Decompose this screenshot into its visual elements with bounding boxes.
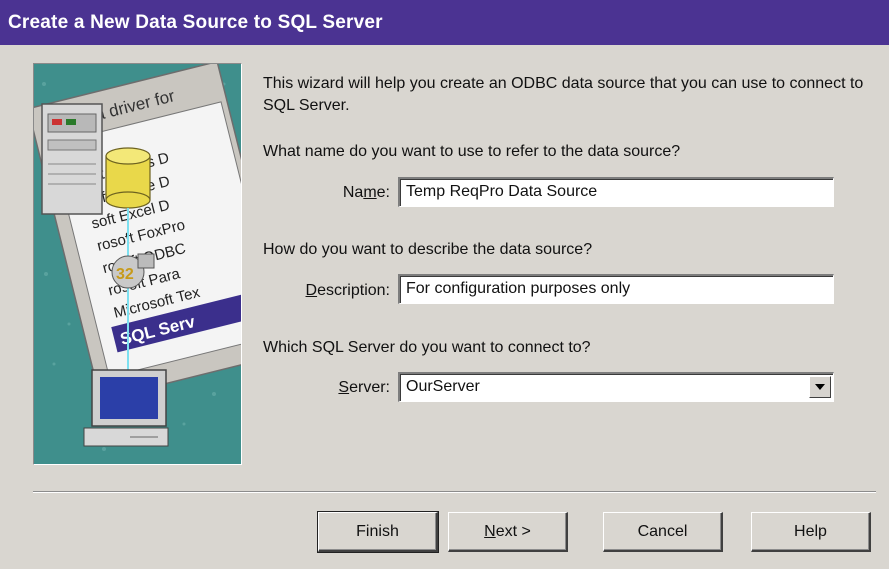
- server-icon: [41, 103, 103, 215]
- server-combobox-value: OurServer: [406, 378, 480, 395]
- server-dropdown-button[interactable]: [809, 376, 831, 398]
- server-question: Which SQL Server do you want to connect …: [263, 339, 591, 356]
- server-label: Server:: [338, 379, 390, 396]
- help-button[interactable]: Help: [751, 512, 871, 552]
- name-question: What name do you want to use to refer to…: [263, 143, 681, 160]
- name-label: Name:: [342, 184, 390, 201]
- name-field[interactable]: Temp ReqPro Data Source: [398, 177, 834, 207]
- window-title: Create a New Data Source to SQL Server: [8, 12, 383, 33]
- next-button[interactable]: Next >: [448, 512, 568, 552]
- computer-icon: [83, 369, 169, 447]
- button-separator: [33, 491, 876, 493]
- chevron-down-icon: [815, 384, 825, 390]
- finish-button[interactable]: Finish: [317, 511, 439, 553]
- server-combobox[interactable]: OurServer: [398, 372, 834, 402]
- wizard-intro-text: This wizard will help you create an ODBC…: [263, 75, 864, 114]
- wizard-illustration: Select a driver for me soft Access D sof…: [33, 63, 242, 465]
- title-bar[interactable]: Create a New Data Source to SQL Server: [0, 0, 889, 45]
- driver-list-illustration: Select a driver for me soft Access D sof…: [34, 64, 241, 464]
- database-icon: [105, 147, 151, 209]
- cancel-button[interactable]: Cancel: [603, 512, 723, 552]
- description-label: Description:: [305, 282, 390, 299]
- description-question: How do you want to describe the data sou…: [263, 241, 593, 258]
- svg-text:32: 32: [116, 266, 134, 283]
- description-field[interactable]: For configuration purposes only: [398, 274, 834, 304]
